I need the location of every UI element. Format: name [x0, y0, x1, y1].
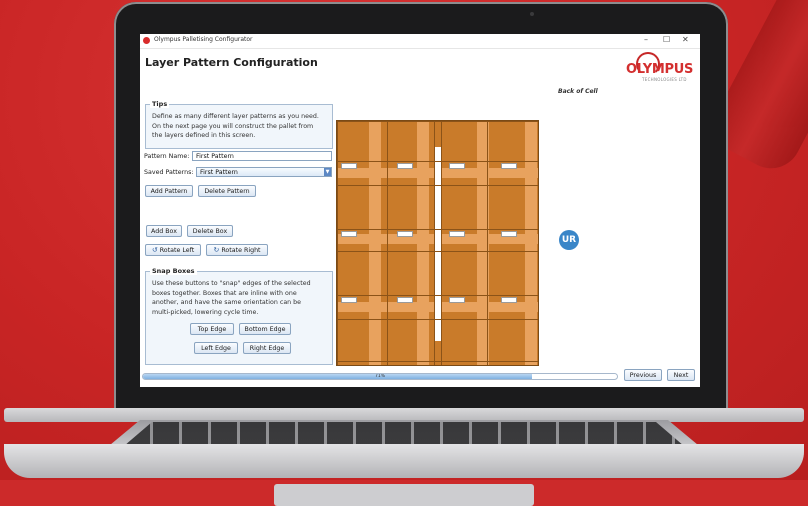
- box-label-tab: [501, 297, 517, 303]
- app-icon: [143, 37, 150, 44]
- saved-patterns-select[interactable]: First Pattern ▼: [196, 167, 332, 177]
- rotate-left-button[interactable]: ↺ Rotate Left: [145, 244, 201, 256]
- box-label-tab: [341, 297, 357, 303]
- logo-wordmark: OLYMPUS: [626, 62, 694, 77]
- app-window: Olympus Palletising Configurator – ☐ ✕ L…: [140, 34, 700, 387]
- box-edge-horizontal: [337, 319, 538, 320]
- snap-line: multi-picked, lowering cycle time.: [152, 308, 259, 316]
- keyboard-keys: [124, 422, 684, 446]
- close-button[interactable]: ✕: [682, 35, 689, 44]
- trackpad: [274, 484, 534, 506]
- pattern-name-label: Pattern Name:: [144, 153, 190, 160]
- rotate-left-label: Rotate Left: [159, 247, 195, 254]
- bottom-edge-button[interactable]: Bottom Edge: [239, 323, 291, 335]
- box-edge-horizontal: [337, 229, 538, 230]
- logo-subtitle: TECHNOLOGIES LTD: [642, 77, 687, 82]
- box-edge-vertical: [441, 121, 442, 365]
- minimize-button[interactable]: –: [644, 35, 648, 44]
- window-title: Olympus Palletising Configurator: [154, 36, 253, 43]
- add-pattern-button[interactable]: Add Pattern: [145, 185, 193, 197]
- rotate-right-icon: ↻: [213, 246, 220, 254]
- tips-text: Define as many different layer patterns …: [152, 112, 334, 141]
- rotate-right-label: Rotate Right: [221, 247, 261, 254]
- top-edge-button[interactable]: Top Edge: [190, 323, 234, 335]
- box-label-tab: [501, 163, 517, 169]
- box-edge-horizontal: [337, 185, 538, 186]
- box-edge-vertical: [337, 121, 338, 365]
- rotate-left-icon: ↺: [151, 246, 158, 254]
- box-edge-horizontal: [337, 251, 538, 252]
- tips-legend: Tips: [150, 100, 170, 108]
- box-edge-horizontal: [337, 121, 538, 122]
- laptop-hinge: [4, 408, 804, 422]
- box-label-tab: [501, 231, 517, 237]
- ur-robot-logo: UR: [559, 230, 579, 250]
- snap-line: Use these buttons to "snap" edges of the…: [152, 280, 311, 287]
- progress-bar: 71%: [142, 373, 618, 380]
- laptop-deck: [4, 444, 804, 506]
- tips-line: On the next page you will construct the …: [152, 122, 314, 130]
- box-label-tab: [449, 297, 465, 303]
- snap-boxes-text: Use these buttons to "snap" edges of the…: [152, 279, 334, 317]
- laptop-base: [4, 408, 804, 506]
- back-of-cell-label: Back of Cell: [558, 88, 598, 95]
- tips-line: the layers defined in this screen.: [152, 132, 256, 139]
- title-bar: Olympus Palletising Configurator – ☐ ✕: [140, 34, 700, 49]
- right-edge-button[interactable]: Right Edge: [243, 342, 291, 354]
- snap-boxes-group: Snap Boxes Use these buttons to "snap" e…: [145, 267, 334, 365]
- snap-line: another, and have the same orientation c…: [152, 299, 302, 306]
- previous-button[interactable]: Previous: [624, 369, 662, 381]
- delete-box-button[interactable]: Delete Box: [187, 225, 233, 237]
- box-label-tab: [397, 297, 413, 303]
- snap-line: boxes together. Boxes that are inline wi…: [152, 289, 297, 297]
- webcam: [530, 12, 534, 16]
- box-label-tab: [341, 163, 357, 169]
- box-label-tab: [397, 231, 413, 237]
- robot-joint: [800, 0, 808, 46]
- maximize-button[interactable]: ☐: [663, 35, 670, 44]
- pallet-center-gap: [434, 147, 441, 341]
- pattern-name-input[interactable]: First Pattern: [192, 151, 332, 161]
- box-label-tab: [341, 231, 357, 237]
- box-edge-vertical: [487, 121, 488, 365]
- pallet-layer-canvas[interactable]: [336, 120, 539, 366]
- saved-patterns-label: Saved Patterns:: [144, 169, 194, 176]
- chevron-down-icon[interactable]: ▼: [324, 168, 331, 176]
- saved-patterns-value: First Pattern: [200, 169, 238, 176]
- box-edge-horizontal: [337, 161, 538, 162]
- box-edge-horizontal: [337, 361, 538, 362]
- add-box-button[interactable]: Add Box: [146, 225, 182, 237]
- box-edge-horizontal: [337, 295, 538, 296]
- box-label-tab: [449, 163, 465, 169]
- tips-group: Tips Define as many different layer patt…: [145, 100, 334, 149]
- box-edge-vertical: [434, 121, 435, 365]
- page-title: Layer Pattern Configuration: [145, 56, 318, 69]
- progress-text: 71%: [374, 374, 385, 379]
- delete-pattern-button[interactable]: Delete Pattern: [198, 185, 256, 197]
- snap-boxes-legend: Snap Boxes: [150, 267, 197, 275]
- rotate-right-button[interactable]: ↻ Rotate Right: [206, 244, 268, 256]
- box-label-tab: [449, 231, 465, 237]
- olympus-logo: OLYMPUS TECHNOLOGIES LTD: [622, 50, 698, 86]
- next-button[interactable]: Next: [667, 369, 695, 381]
- tips-line: Define as many different layer patterns …: [152, 113, 319, 120]
- left-edge-button[interactable]: Left Edge: [194, 342, 238, 354]
- box-label-tab: [397, 163, 413, 169]
- box-edge-vertical: [387, 121, 388, 365]
